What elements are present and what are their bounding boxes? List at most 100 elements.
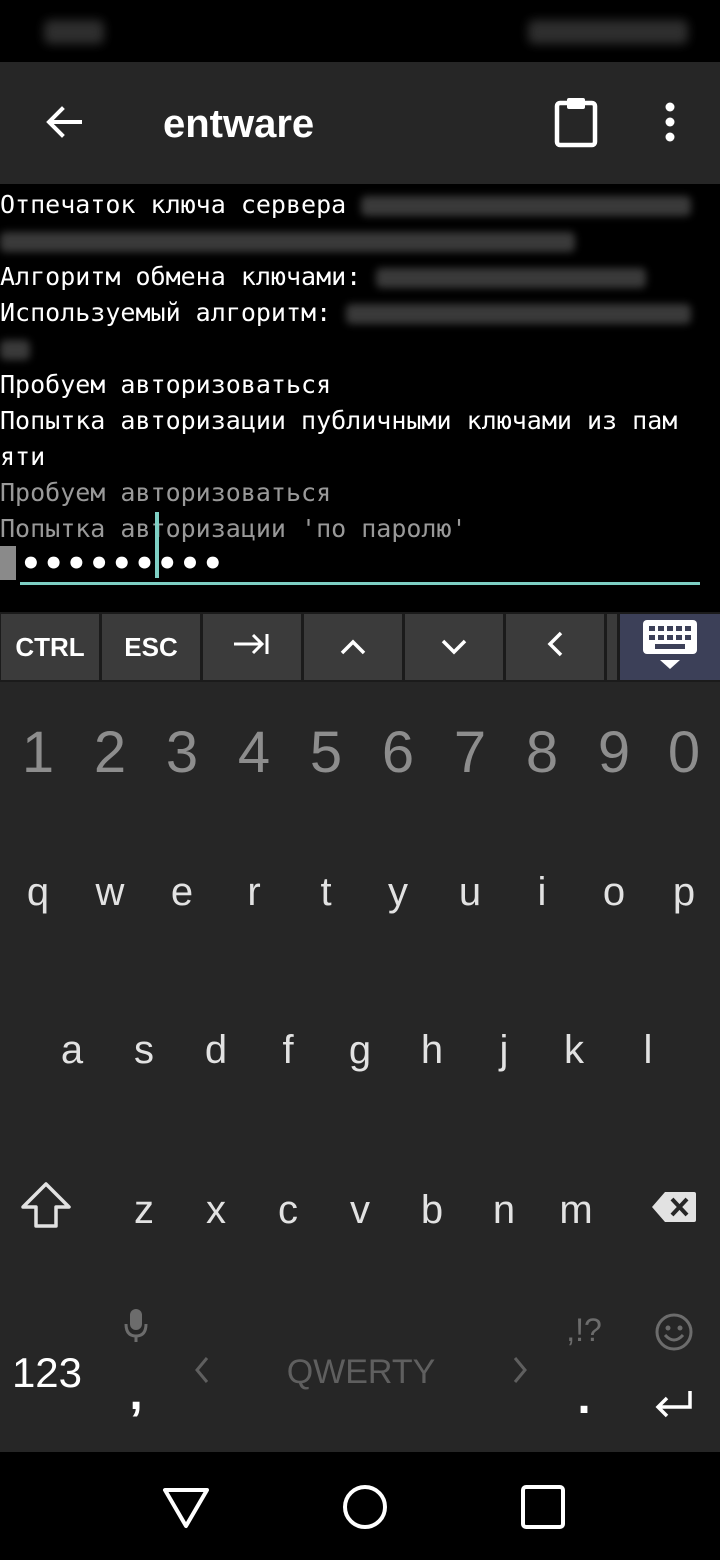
backspace-icon bbox=[651, 1188, 697, 1233]
navigation-bar bbox=[0, 1452, 720, 1560]
key-q[interactable]: q bbox=[2, 852, 74, 932]
up-key[interactable] bbox=[304, 614, 402, 680]
app-title: entware bbox=[163, 102, 315, 146]
password-mask: ••••••••• bbox=[20, 544, 225, 584]
symbols-key[interactable]: 123 bbox=[2, 1330, 92, 1416]
key-v[interactable]: v bbox=[324, 1170, 396, 1250]
redacted-fingerprint bbox=[361, 196, 692, 216]
chevron-up-icon bbox=[339, 632, 367, 663]
key-g[interactable]: g bbox=[324, 1010, 396, 1090]
key-m[interactable]: m bbox=[540, 1170, 612, 1250]
terminal-line: Алгоритм обмена ключами: bbox=[0, 259, 647, 295]
comma-key[interactable]: , bbox=[104, 1304, 168, 1442]
key-k[interactable]: k bbox=[538, 1010, 610, 1090]
more-vert-icon[interactable] bbox=[650, 92, 690, 152]
enter-icon bbox=[654, 1386, 694, 1431]
terminal-cursor bbox=[0, 546, 16, 580]
chevron-left-icon bbox=[546, 630, 564, 665]
key-6[interactable]: 6 bbox=[362, 712, 434, 792]
input-underline bbox=[20, 582, 700, 585]
key-n[interactable]: n bbox=[468, 1170, 540, 1250]
down-key[interactable] bbox=[405, 614, 503, 680]
period-key[interactable]: ,!? . bbox=[552, 1304, 616, 1442]
soft-keyboard: 1 2 3 4 5 6 7 8 9 0 q w e r t y u i o p … bbox=[0, 682, 720, 1452]
layout-next-button[interactable] bbox=[500, 1342, 540, 1402]
key-w[interactable]: w bbox=[74, 852, 146, 932]
terminal-line: Пробуем авторизоваться bbox=[0, 478, 332, 507]
key-l[interactable]: l bbox=[612, 1010, 684, 1090]
key-a[interactable]: a bbox=[36, 1010, 108, 1090]
terminal-line: Попытка авторизации публичными ключами и… bbox=[0, 406, 678, 435]
enter-key[interactable] bbox=[632, 1304, 716, 1442]
key-p[interactable]: p bbox=[648, 852, 720, 932]
key-1[interactable]: 1 bbox=[2, 712, 74, 792]
terminal-line bbox=[0, 223, 575, 259]
clipboard-icon[interactable] bbox=[548, 92, 604, 152]
status-time-redacted bbox=[44, 20, 104, 44]
arrow-back-icon[interactable] bbox=[38, 92, 90, 152]
status-icons-redacted bbox=[528, 20, 688, 44]
shift-key[interactable] bbox=[2, 1170, 90, 1250]
terminal-line: Используемый алгоритм: bbox=[0, 295, 692, 331]
key-8[interactable]: 8 bbox=[506, 712, 578, 792]
key-3[interactable]: 3 bbox=[146, 712, 218, 792]
keyboard-hide-icon bbox=[640, 616, 700, 679]
key-c[interactable]: c bbox=[252, 1170, 324, 1250]
key-s[interactable]: s bbox=[108, 1010, 180, 1090]
key-e[interactable]: e bbox=[146, 852, 218, 932]
redacted-cipher bbox=[346, 304, 692, 324]
chevron-down-icon bbox=[440, 632, 468, 663]
chevron-left-icon bbox=[194, 1350, 210, 1395]
key-u[interactable]: u bbox=[434, 852, 506, 932]
chevron-right-icon bbox=[512, 1350, 528, 1395]
right-key-partial[interactable] bbox=[607, 614, 617, 680]
emoji-icon bbox=[654, 1312, 694, 1362]
terminal-line bbox=[0, 331, 30, 367]
left-key[interactable] bbox=[506, 614, 604, 680]
punctuation-hint: ,!? bbox=[566, 1312, 602, 1348]
key-4[interactable]: 4 bbox=[218, 712, 290, 792]
nav-home-icon[interactable] bbox=[340, 1482, 390, 1532]
space-bar[interactable]: QWERTY bbox=[224, 1342, 498, 1402]
tab-icon bbox=[232, 631, 272, 664]
key-o[interactable]: o bbox=[578, 852, 650, 932]
key-r[interactable]: r bbox=[218, 852, 290, 932]
key-7[interactable]: 7 bbox=[434, 712, 506, 792]
comma-label: , bbox=[129, 1367, 143, 1420]
key-9[interactable]: 9 bbox=[578, 712, 650, 792]
text-caret bbox=[155, 512, 159, 578]
key-z[interactable]: z bbox=[108, 1170, 180, 1250]
terminal-line: Пробуем авторизоваться bbox=[0, 370, 332, 399]
app-bar bbox=[0, 62, 720, 184]
status-bar bbox=[0, 0, 720, 62]
nav-back-icon[interactable] bbox=[160, 1482, 212, 1532]
key-h[interactable]: h bbox=[396, 1010, 468, 1090]
redacted-kex bbox=[376, 268, 647, 288]
ctrl-key[interactable]: CTRL bbox=[1, 614, 99, 680]
key-5[interactable]: 5 bbox=[290, 712, 362, 792]
period-label: . bbox=[577, 1371, 591, 1424]
tab-key[interactable] bbox=[203, 614, 301, 680]
layout-prev-button[interactable] bbox=[182, 1342, 222, 1402]
key-y[interactable]: y bbox=[362, 852, 434, 932]
key-0[interactable]: 0 bbox=[648, 712, 720, 792]
key-2[interactable]: 2 bbox=[74, 712, 146, 792]
extra-keys-bar: CTRL ESC bbox=[0, 612, 720, 682]
redacted-fingerprint-cont bbox=[0, 232, 575, 252]
terminal-line: Отпечаток ключа сервера bbox=[0, 187, 692, 223]
shift-icon bbox=[19, 1181, 73, 1239]
key-x[interactable]: x bbox=[180, 1170, 252, 1250]
nav-recents-icon[interactable] bbox=[518, 1482, 568, 1532]
key-i[interactable]: i bbox=[506, 852, 578, 932]
key-b[interactable]: b bbox=[396, 1170, 468, 1250]
esc-key[interactable]: ESC bbox=[102, 614, 200, 680]
terminal-line: яти bbox=[0, 442, 46, 471]
key-j[interactable]: j bbox=[468, 1010, 540, 1090]
microphone-icon bbox=[123, 1308, 149, 1354]
keyboard-toggle-button[interactable] bbox=[620, 614, 720, 680]
backspace-key[interactable] bbox=[630, 1170, 718, 1250]
key-d[interactable]: d bbox=[180, 1010, 252, 1090]
key-t[interactable]: t bbox=[290, 852, 362, 932]
redacted-cipher-cont bbox=[0, 340, 30, 360]
key-f[interactable]: f bbox=[252, 1010, 324, 1090]
